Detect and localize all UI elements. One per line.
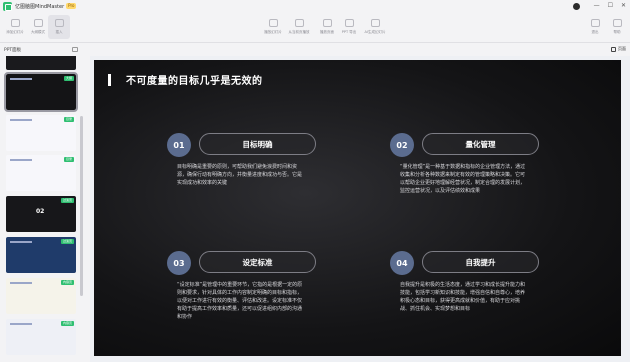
- item-number-circle: 01: [167, 133, 191, 157]
- maximize-button[interactable]: ☐: [608, 2, 613, 10]
- exit-icon: [590, 19, 600, 27]
- toolbar-label: 播放幻灯片: [264, 30, 282, 34]
- slide-thumbnail[interactable]: 内容页: [6, 278, 76, 314]
- add-slide-button[interactable]: 添加幻灯片: [4, 15, 26, 39]
- toolbar-label: 插入: [55, 30, 63, 34]
- outline-icon: [33, 19, 43, 27]
- title-bar: 亿图脑图MindMaster Pro — ☐ ✕: [0, 0, 630, 12]
- help-icon: [612, 19, 622, 27]
- slide-thumbnail[interactable]: 目录: [6, 155, 76, 191]
- item-number-circle: 03: [167, 251, 191, 275]
- app-title: 亿图脑图MindMaster: [15, 3, 65, 10]
- page-view-button[interactable]: 页面: [611, 46, 626, 52]
- current-slide[interactable]: 不可度量的目标几乎是无效的 01 目标明确 目标明确是重要的原则，可帮助我们避免…: [94, 60, 621, 356]
- thumbnail-tag: 内容页: [60, 321, 74, 326]
- item-description: “量化管理”是一种基于数据和指标的企业管理方法，通过收集和分析各种数据来制定有效…: [400, 164, 526, 194]
- app-logo-icon: [3, 1, 12, 11]
- toolbar-label: 添加幻灯片: [6, 30, 24, 34]
- item-description: “设定标准”是管理中的重要环节，它指的是根据一定的原则和要求，针对具体的工作内容…: [177, 282, 303, 320]
- play-slideshow-button[interactable]: 播放幻灯片: [262, 15, 284, 39]
- app-window: 亿图脑图MindMaster Pro — ☐ ✕ 添加幻灯片 大纲模式 插入 播…: [0, 0, 630, 362]
- thumbnail-title-bar: [10, 159, 32, 161]
- slide-thumbnail[interactable]: 过渡页: [6, 237, 76, 273]
- thumbnail-title-bar: [10, 323, 32, 325]
- title-accent-bar: [108, 74, 111, 86]
- export-icon: [344, 19, 354, 27]
- toolbar-label: AI生成幻灯片: [364, 30, 386, 34]
- play-current-icon: [294, 19, 304, 27]
- item-heading-pill: 目标明确: [199, 133, 316, 155]
- thumbnail-tag: 内容页: [60, 280, 74, 285]
- page-view-icon: [611, 46, 616, 52]
- thumbnail-title-bar: [10, 78, 32, 80]
- ai-generate-button[interactable]: AI生成幻灯片: [364, 15, 386, 39]
- help-button[interactable]: 帮助: [606, 15, 628, 39]
- user-avatar[interactable]: [572, 2, 580, 10]
- close-button[interactable]: ✕: [621, 2, 626, 10]
- thumbnail-title-bar: [10, 282, 32, 284]
- page-view-label: 页面: [618, 46, 626, 51]
- toolbar-label: 大纲模式: [31, 30, 45, 34]
- item-number-circle: 02: [390, 133, 414, 157]
- insert-icon: [54, 19, 64, 27]
- thumbnail-tag: 过渡页: [60, 239, 74, 244]
- toolbar-label: 从当前页播放: [288, 30, 310, 34]
- item-heading-pill: 量化管理: [422, 133, 539, 155]
- toolbar-label: 帮助: [613, 30, 621, 34]
- thumbnail-scrollbar[interactable]: [80, 116, 83, 296]
- exit-button[interactable]: 退出: [584, 15, 606, 39]
- play-icon: [268, 19, 278, 27]
- slide-thumbnail[interactable]: 02 过渡页: [6, 196, 76, 232]
- thumbnail-tag: 目录: [63, 157, 74, 162]
- item-description: 自我提升是积极的生活态度，通过学习和成长提升能力和技能，包括学习新知识和技能，增…: [400, 282, 526, 312]
- toolbar-label: PPT 导出: [341, 30, 357, 34]
- ppt-export-button[interactable]: PPT 导出: [338, 15, 360, 39]
- window-controls: — ☐ ✕: [572, 2, 626, 10]
- item-heading-pill: 自我提升: [422, 251, 539, 273]
- thumbnail-number: 02: [36, 208, 45, 215]
- ai-icon: [370, 19, 380, 27]
- thumbnail-tag: 大纲: [63, 76, 74, 81]
- panel-title: PPT面板: [4, 48, 22, 53]
- play-from-current-button[interactable]: 从当前页播放: [288, 15, 310, 39]
- toolbar: 添加幻灯片 大纲模式 插入 播放幻灯片 从当前页播放 播放页面 PPT 导出 A…: [0, 13, 630, 43]
- page-icon: [322, 19, 332, 27]
- slide-thumbnail[interactable]: 大纲: [4, 72, 78, 112]
- thumbnail-tag: 过渡页: [60, 198, 74, 203]
- toolbar-label: 播放页面: [320, 30, 334, 34]
- play-page-button[interactable]: 播放页面: [316, 15, 338, 39]
- outline-mode-button[interactable]: 大纲模式: [27, 15, 49, 39]
- slide-thumbnail[interactable]: [6, 56, 76, 70]
- slide-canvas: 不可度量的目标几乎是无效的 01 目标明确 目标明确是重要的原则，可帮助我们避免…: [90, 56, 630, 362]
- slide-thumbnail[interactable]: 内容页: [6, 319, 76, 355]
- thumbnail-title-bar: [10, 119, 32, 121]
- thumbnail-title-bar: [10, 241, 32, 243]
- slide-thumbnail-panel: 大纲 目录 目录 02 过渡页 过渡页 内容页 内容页: [0, 56, 88, 362]
- panel-header: PPT面板 页面: [0, 45, 630, 55]
- panel-settings-icon[interactable]: [72, 47, 78, 52]
- add-slide-icon: [10, 19, 20, 27]
- item-description: 目标明确是重要的原则，可帮助我们避免浪费时间和资源，确保行动有明确方向，并衡量进…: [177, 164, 303, 186]
- slide-thumbnail[interactable]: 目录: [6, 115, 76, 151]
- toolbar-label: 退出: [591, 30, 599, 34]
- insert-button[interactable]: 插入: [48, 15, 70, 39]
- pro-badge: Pro: [66, 3, 77, 9]
- item-heading-pill: 设定标准: [199, 251, 316, 273]
- item-number-circle: 04: [390, 251, 414, 275]
- slide-title: 不可度量的目标几乎是无效的: [126, 76, 263, 87]
- thumbnail-tag: 目录: [63, 117, 74, 122]
- minimize-button[interactable]: —: [594, 2, 600, 10]
